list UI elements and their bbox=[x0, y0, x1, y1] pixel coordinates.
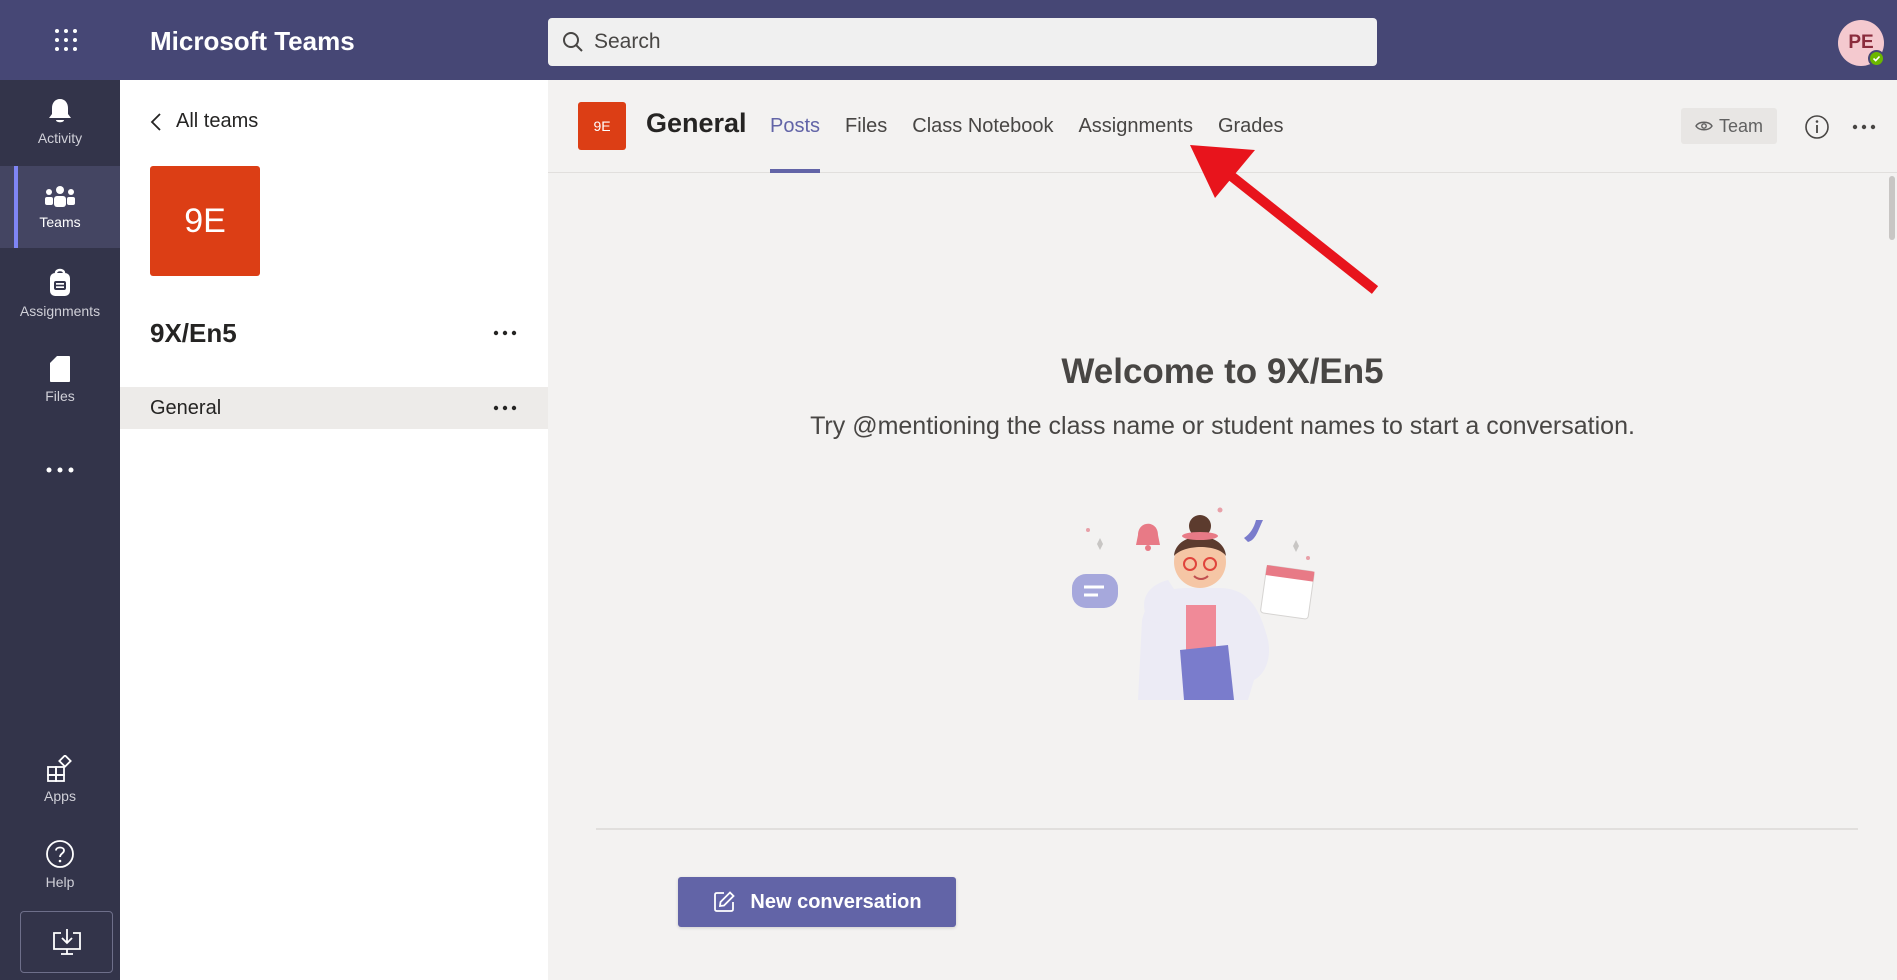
top-bar: Microsoft Teams PE bbox=[0, 0, 1897, 80]
ellipsis-icon bbox=[493, 405, 517, 411]
channel-item-general[interactable]: General bbox=[120, 387, 548, 429]
teams-app: Microsoft Teams PE Activity bbox=[0, 0, 1897, 980]
channel-more-options-button[interactable] bbox=[1851, 114, 1877, 140]
rail-item-assignments[interactable]: Assignments bbox=[0, 252, 120, 334]
presence-available-icon bbox=[1868, 50, 1885, 67]
search-box[interactable] bbox=[548, 18, 1377, 66]
rail-label: Activity bbox=[37, 129, 83, 146]
team-name: 9X/En5 bbox=[150, 318, 237, 348]
rail-item-files[interactable]: Files bbox=[0, 338, 120, 420]
tab-posts[interactable]: Posts bbox=[770, 80, 821, 173]
team-channel-panel: All teams 9E 9X/En5 General bbox=[120, 80, 548, 980]
rail-label: Teams bbox=[39, 213, 81, 230]
rail-item-help[interactable]: Help bbox=[0, 823, 120, 905]
channel-title: General bbox=[646, 108, 747, 138]
channel-header: 9E General Posts Files Class Notebook As… bbox=[548, 80, 1897, 173]
compose-pen-icon bbox=[714, 891, 736, 912]
bell-icon bbox=[49, 98, 71, 122]
search-icon bbox=[563, 32, 583, 52]
rail-label: Help bbox=[45, 873, 75, 890]
team-avatar-tile: 9E bbox=[150, 166, 260, 276]
channel-info-button[interactable] bbox=[1804, 114, 1830, 145]
rail-more-apps-button[interactable] bbox=[0, 450, 120, 490]
new-conversation-button[interactable]: New conversation bbox=[678, 877, 956, 927]
assignments-bag-icon bbox=[50, 268, 70, 296]
rail-label: Assignments bbox=[19, 302, 101, 319]
rail-item-activity[interactable]: Activity bbox=[0, 80, 120, 162]
rail-item-apps[interactable]: Apps bbox=[0, 738, 120, 820]
apps-icon bbox=[47, 754, 72, 782]
scrollbar-thumb[interactable] bbox=[1889, 176, 1895, 240]
team-more-options-button[interactable] bbox=[490, 318, 520, 348]
app-title: Microsoft Teams bbox=[150, 26, 355, 56]
all-teams-back-link[interactable]: All teams bbox=[150, 110, 258, 133]
new-conversation-label: New conversation bbox=[750, 890, 922, 913]
welcome-title: Welcome to 9X/En5 bbox=[1061, 352, 1384, 391]
tab-files[interactable]: Files bbox=[845, 80, 887, 173]
download-icon bbox=[52, 929, 81, 955]
rail-label: Apps bbox=[44, 787, 76, 804]
channel-tabs: Posts Files Class Notebook Assignments G… bbox=[770, 80, 1309, 173]
info-icon bbox=[1805, 115, 1829, 139]
ellipsis-icon bbox=[46, 467, 74, 473]
rail-item-teams[interactable]: Teams bbox=[0, 166, 120, 248]
channel-main-area: 9E General Posts Files Class Notebook As… bbox=[548, 80, 1897, 980]
help-icon bbox=[46, 839, 74, 868]
tab-class-notebook[interactable]: Class Notebook bbox=[912, 80, 1053, 173]
download-desktop-app-button[interactable] bbox=[20, 911, 113, 973]
app-launcher-icon[interactable] bbox=[53, 27, 79, 53]
all-teams-label: All teams bbox=[176, 110, 259, 132]
tab-grades[interactable]: Grades bbox=[1218, 80, 1284, 173]
search-input[interactable] bbox=[594, 30, 1354, 54]
file-icon bbox=[50, 355, 70, 382]
eye-icon bbox=[1695, 121, 1713, 131]
app-rail: Activity Teams Assignments Files Apps He… bbox=[0, 80, 120, 980]
channel-more-options-button[interactable] bbox=[490, 393, 520, 423]
team-view-button[interactable]: Team bbox=[1681, 108, 1777, 144]
ellipsis-icon bbox=[493, 330, 517, 336]
teams-icon bbox=[45, 185, 75, 207]
rail-label: Files bbox=[45, 387, 75, 404]
ellipsis-icon bbox=[1852, 124, 1876, 130]
compose-divider bbox=[596, 828, 1858, 830]
chevron-left-icon bbox=[150, 112, 161, 131]
channel-team-tile: 9E bbox=[578, 102, 626, 150]
channel-label: General bbox=[150, 396, 222, 419]
welcome-hint: Try @mentioning the class name or studen… bbox=[810, 412, 1635, 440]
teacher-illustration bbox=[1072, 507, 1315, 700]
tab-assignments[interactable]: Assignments bbox=[1078, 80, 1193, 173]
team-button-label: Team bbox=[1718, 115, 1763, 136]
